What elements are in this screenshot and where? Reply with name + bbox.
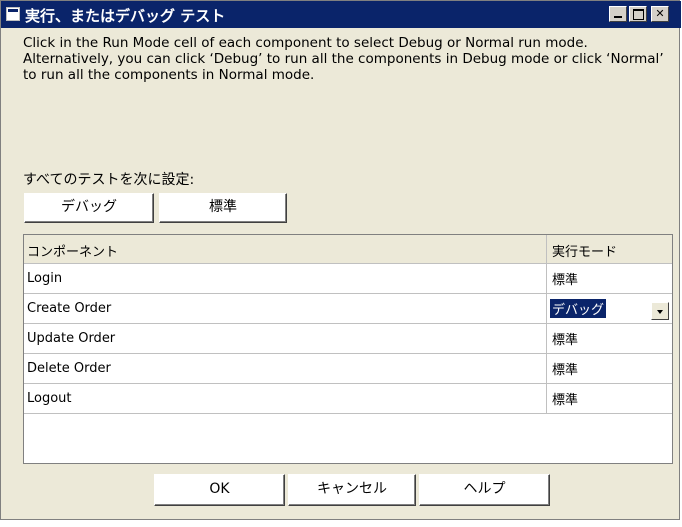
run-debug-dialog: 実行、またはデバッグ テスト ✕ Click in the Run Mode c… (0, 0, 681, 520)
chevron-down-icon (657, 310, 663, 314)
cell-divider (546, 354, 547, 383)
debug-all-button[interactable]: デバッグ (24, 193, 154, 223)
component-name: Logout (27, 391, 72, 406)
cell-divider (546, 264, 547, 293)
run-mode-cell[interactable]: 標準 (552, 389, 578, 408)
component-name: Delete Order (27, 361, 111, 376)
ok-button[interactable]: OK (154, 474, 285, 506)
cell-divider (546, 324, 547, 353)
column-header-run-mode[interactable]: 実行モード (552, 241, 617, 260)
help-button[interactable]: ヘルプ (419, 474, 550, 506)
components-grid: コンポーネント 実行モード Login 標準 Create Order デバッグ… (23, 234, 673, 464)
minimize-button[interactable] (609, 6, 627, 22)
instructions-text: Click in the Run Mode cell of each compo… (23, 35, 664, 83)
close-button[interactable]: ✕ (651, 6, 669, 22)
run-mode-cell[interactable]: 標準 (552, 329, 578, 348)
minimize-icon (614, 16, 622, 18)
column-header-component[interactable]: コンポーネント (27, 241, 118, 260)
table-row[interactable]: Logout 標準 (24, 384, 672, 414)
grid-header: コンポーネント 実行モード (24, 235, 672, 264)
maximize-button[interactable] (629, 6, 647, 22)
table-row[interactable]: Delete Order 標準 (24, 354, 672, 384)
component-name: Create Order (27, 301, 112, 316)
cell-divider (546, 384, 547, 413)
maximize-icon (632, 9, 644, 20)
table-row[interactable]: Login 標準 (24, 264, 672, 294)
run-mode-cell[interactable]: 標準 (552, 359, 578, 378)
component-name: Login (27, 271, 63, 286)
set-all-label: すべてのテストを次に設定: (23, 172, 195, 188)
run-mode-cell[interactable]: 標準 (552, 269, 578, 288)
cancel-button[interactable]: キャンセル (288, 474, 416, 506)
window-icon (6, 7, 20, 21)
window-title: 実行、またはデバッグ テスト (25, 7, 226, 25)
close-icon: ✕ (655, 7, 665, 20)
column-divider[interactable] (546, 235, 547, 263)
normal-all-button[interactable]: 標準 (159, 193, 287, 223)
title-bar[interactable]: 実行、またはデバッグ テスト ✕ (1, 1, 681, 28)
table-row[interactable]: Create Order デバッグ (24, 294, 672, 324)
table-row[interactable]: Update Order 標準 (24, 324, 672, 354)
dropdown-button[interactable] (651, 302, 669, 320)
run-mode-dropdown[interactable]: デバッグ (550, 299, 607, 318)
component-name: Update Order (27, 331, 116, 346)
cell-divider (546, 294, 547, 323)
